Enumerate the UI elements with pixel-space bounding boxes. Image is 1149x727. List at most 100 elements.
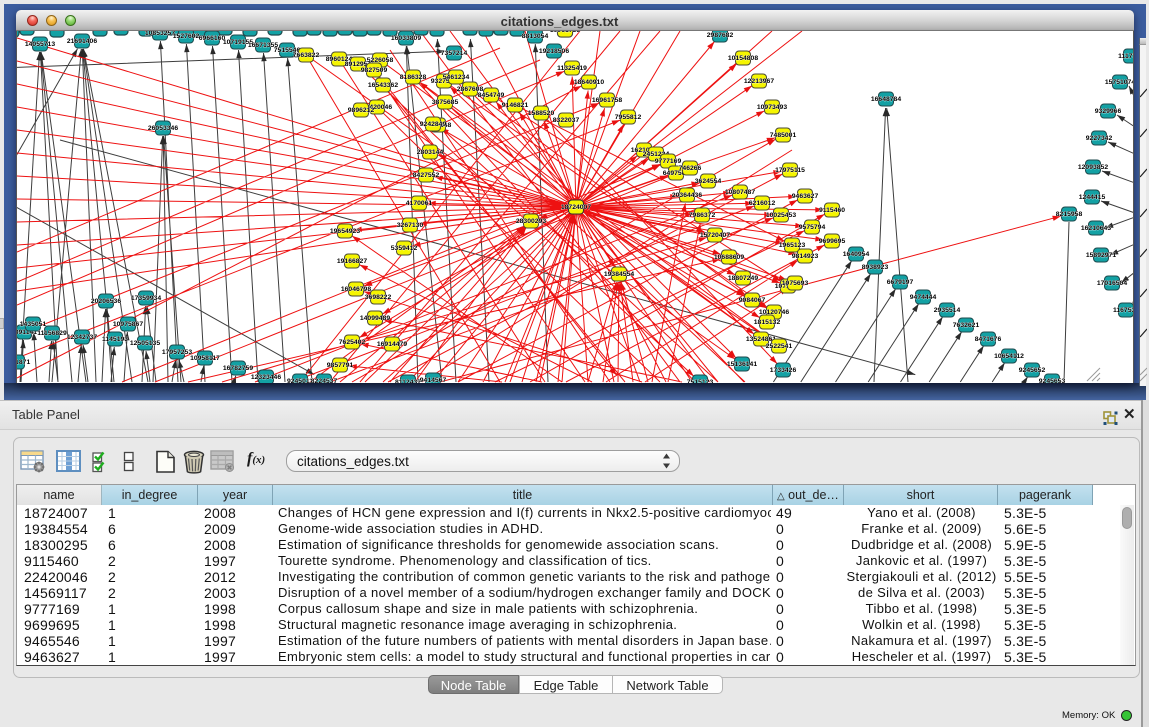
- svg-text:19218506: 19218506: [539, 48, 569, 55]
- svg-text:9242849: 9242849: [420, 121, 447, 128]
- svg-text:19384554: 19384554: [604, 271, 634, 278]
- svg-text:9474444: 9474444: [910, 294, 937, 301]
- svg-text:6216012: 6216012: [749, 200, 776, 207]
- svg-text:7986372: 7986372: [689, 212, 716, 219]
- svg-text:10807487: 10807487: [725, 189, 755, 196]
- svg-text:7955812: 7955812: [615, 114, 642, 121]
- svg-text:9699695: 9699695: [819, 238, 846, 245]
- svg-text:4170061: 4170061: [406, 200, 433, 207]
- svg-text:12342737: 12342737: [67, 334, 97, 341]
- svg-text:1244415: 1244415: [1079, 194, 1106, 201]
- svg-text:10961758: 10961758: [550, 31, 580, 34]
- svg-text:16543362: 16543362: [368, 82, 398, 89]
- svg-text:8224537: 8224537: [311, 378, 338, 383]
- svg-text:10958117: 10958117: [190, 355, 220, 362]
- svg-text:14099489: 14099489: [360, 315, 390, 322]
- svg-text:3698222: 3698222: [365, 294, 392, 301]
- svg-text:20206536: 20206536: [91, 298, 121, 305]
- svg-text:9777169: 9777169: [655, 158, 682, 165]
- svg-text:14055713: 14055713: [25, 41, 55, 48]
- svg-text:16210643: 16210643: [1081, 225, 1111, 232]
- svg-text:746266: 746266: [679, 165, 702, 172]
- svg-text:8112437: 8112437: [395, 379, 421, 383]
- svg-text:10154808: 10154808: [728, 55, 758, 62]
- svg-text:21691406: 21691406: [67, 38, 97, 45]
- svg-text:1167534: 1167534: [1113, 307, 1133, 314]
- svg-text:1640954: 1640954: [843, 251, 870, 258]
- svg-text:9857791: 9857791: [327, 362, 354, 369]
- svg-text:17016504: 17016504: [1097, 280, 1127, 287]
- svg-text:8454749: 8454749: [478, 92, 505, 99]
- svg-text:7485001: 7485001: [770, 132, 797, 139]
- svg-text:2987682: 2987682: [707, 32, 734, 39]
- svg-text:1815132: 1815132: [754, 319, 781, 326]
- svg-text:1145193: 1145193: [102, 336, 128, 343]
- svg-text:17359934: 17359934: [131, 295, 161, 302]
- svg-text:12505135: 12505135: [130, 340, 160, 347]
- svg-text:2803144: 2803144: [417, 149, 444, 156]
- svg-text:19166827: 19166827: [337, 258, 367, 265]
- svg-text:1733426: 1733426: [770, 367, 797, 374]
- svg-text:8938923: 8938923: [862, 264, 889, 271]
- svg-text:26053346: 26053346: [148, 125, 178, 132]
- svg-text:1075693: 1075693: [782, 280, 809, 287]
- svg-text:9084067: 9084067: [739, 297, 766, 304]
- svg-text:3267130: 3267130: [397, 222, 424, 229]
- svg-text:8813054: 8813054: [522, 33, 549, 40]
- svg-text:9245653: 9245653: [1039, 378, 1066, 383]
- svg-text:7625402: 7625402: [339, 339, 366, 346]
- svg-text:9414567: 9414567: [420, 377, 447, 383]
- svg-text:9896212: 9896212: [348, 107, 375, 114]
- svg-text:6966160: 6966160: [199, 35, 226, 42]
- svg-text:8427552: 8427552: [413, 172, 440, 179]
- svg-text:1588520: 1588520: [528, 110, 555, 117]
- svg-text:10975867: 10975867: [113, 321, 143, 328]
- svg-text:18724007: 18724007: [561, 204, 591, 211]
- svg-text:17975115: 17975115: [775, 167, 805, 174]
- svg-text:5461234: 5461234: [443, 74, 470, 81]
- svg-text:1435051: 1435051: [20, 321, 47, 328]
- svg-text:15892971: 15892971: [1086, 252, 1116, 259]
- svg-text:16648784: 16648784: [871, 96, 901, 103]
- svg-text:8186328: 8186328: [400, 74, 427, 81]
- svg-text:10853257: 10853257: [145, 31, 175, 37]
- svg-text:9329966: 9329966: [1095, 108, 1122, 115]
- svg-text:8215958: 8215958: [1056, 211, 1083, 218]
- svg-text:28300293: 28300293: [516, 218, 546, 225]
- svg-text:1527602: 1527602: [173, 33, 200, 40]
- svg-text:1965123: 1965123: [779, 242, 806, 249]
- svg-text:16914479: 16914479: [377, 341, 407, 348]
- svg-text:11325419: 11325419: [557, 65, 587, 72]
- svg-text:9814923: 9814923: [792, 253, 819, 260]
- svg-text:9575794: 9575794: [799, 224, 826, 231]
- svg-text:1117345: 1117345: [1118, 53, 1133, 60]
- svg-text:16961758: 16961758: [592, 97, 622, 104]
- svg-text:18640910: 18640910: [574, 79, 604, 86]
- svg-text:9391871: 9391871: [17, 359, 30, 366]
- svg-text:16033809: 16033809: [391, 35, 421, 42]
- svg-text:9115460: 9115460: [819, 207, 845, 214]
- svg-text:10654112: 10654112: [994, 353, 1024, 360]
- svg-text:9827509: 9827509: [361, 67, 388, 74]
- svg-text:7663822: 7663822: [293, 52, 320, 59]
- svg-text:15136141: 15136141: [727, 361, 757, 368]
- svg-text:9245011: 9245011: [287, 378, 313, 383]
- svg-text:10973493: 10973493: [757, 104, 787, 111]
- svg-text:12213967: 12213967: [744, 78, 774, 85]
- svg-text:18807249: 18807249: [728, 275, 758, 282]
- svg-text:8322037: 8322037: [553, 117, 580, 124]
- svg-text:9463627: 9463627: [792, 193, 819, 200]
- svg-text:15751074: 15751074: [1105, 79, 1133, 86]
- svg-text:17957253: 17957253: [162, 349, 192, 356]
- svg-text:3624554: 3624554: [695, 178, 722, 185]
- svg-text:16782759: 16782759: [223, 365, 253, 372]
- svg-text:10025453: 10025453: [766, 212, 796, 219]
- svg-text:7515123: 7515123: [687, 379, 714, 383]
- svg-text:12093852: 12093852: [1078, 164, 1108, 171]
- svg-text:7357214: 7357214: [441, 50, 468, 57]
- svg-text:15720407: 15720407: [700, 232, 730, 239]
- svg-text:20364436: 20364436: [672, 192, 702, 199]
- svg-text:16046798: 16046798: [341, 286, 371, 293]
- svg-text:10688609: 10688609: [714, 254, 744, 261]
- svg-text:6679197: 6679197: [887, 279, 914, 286]
